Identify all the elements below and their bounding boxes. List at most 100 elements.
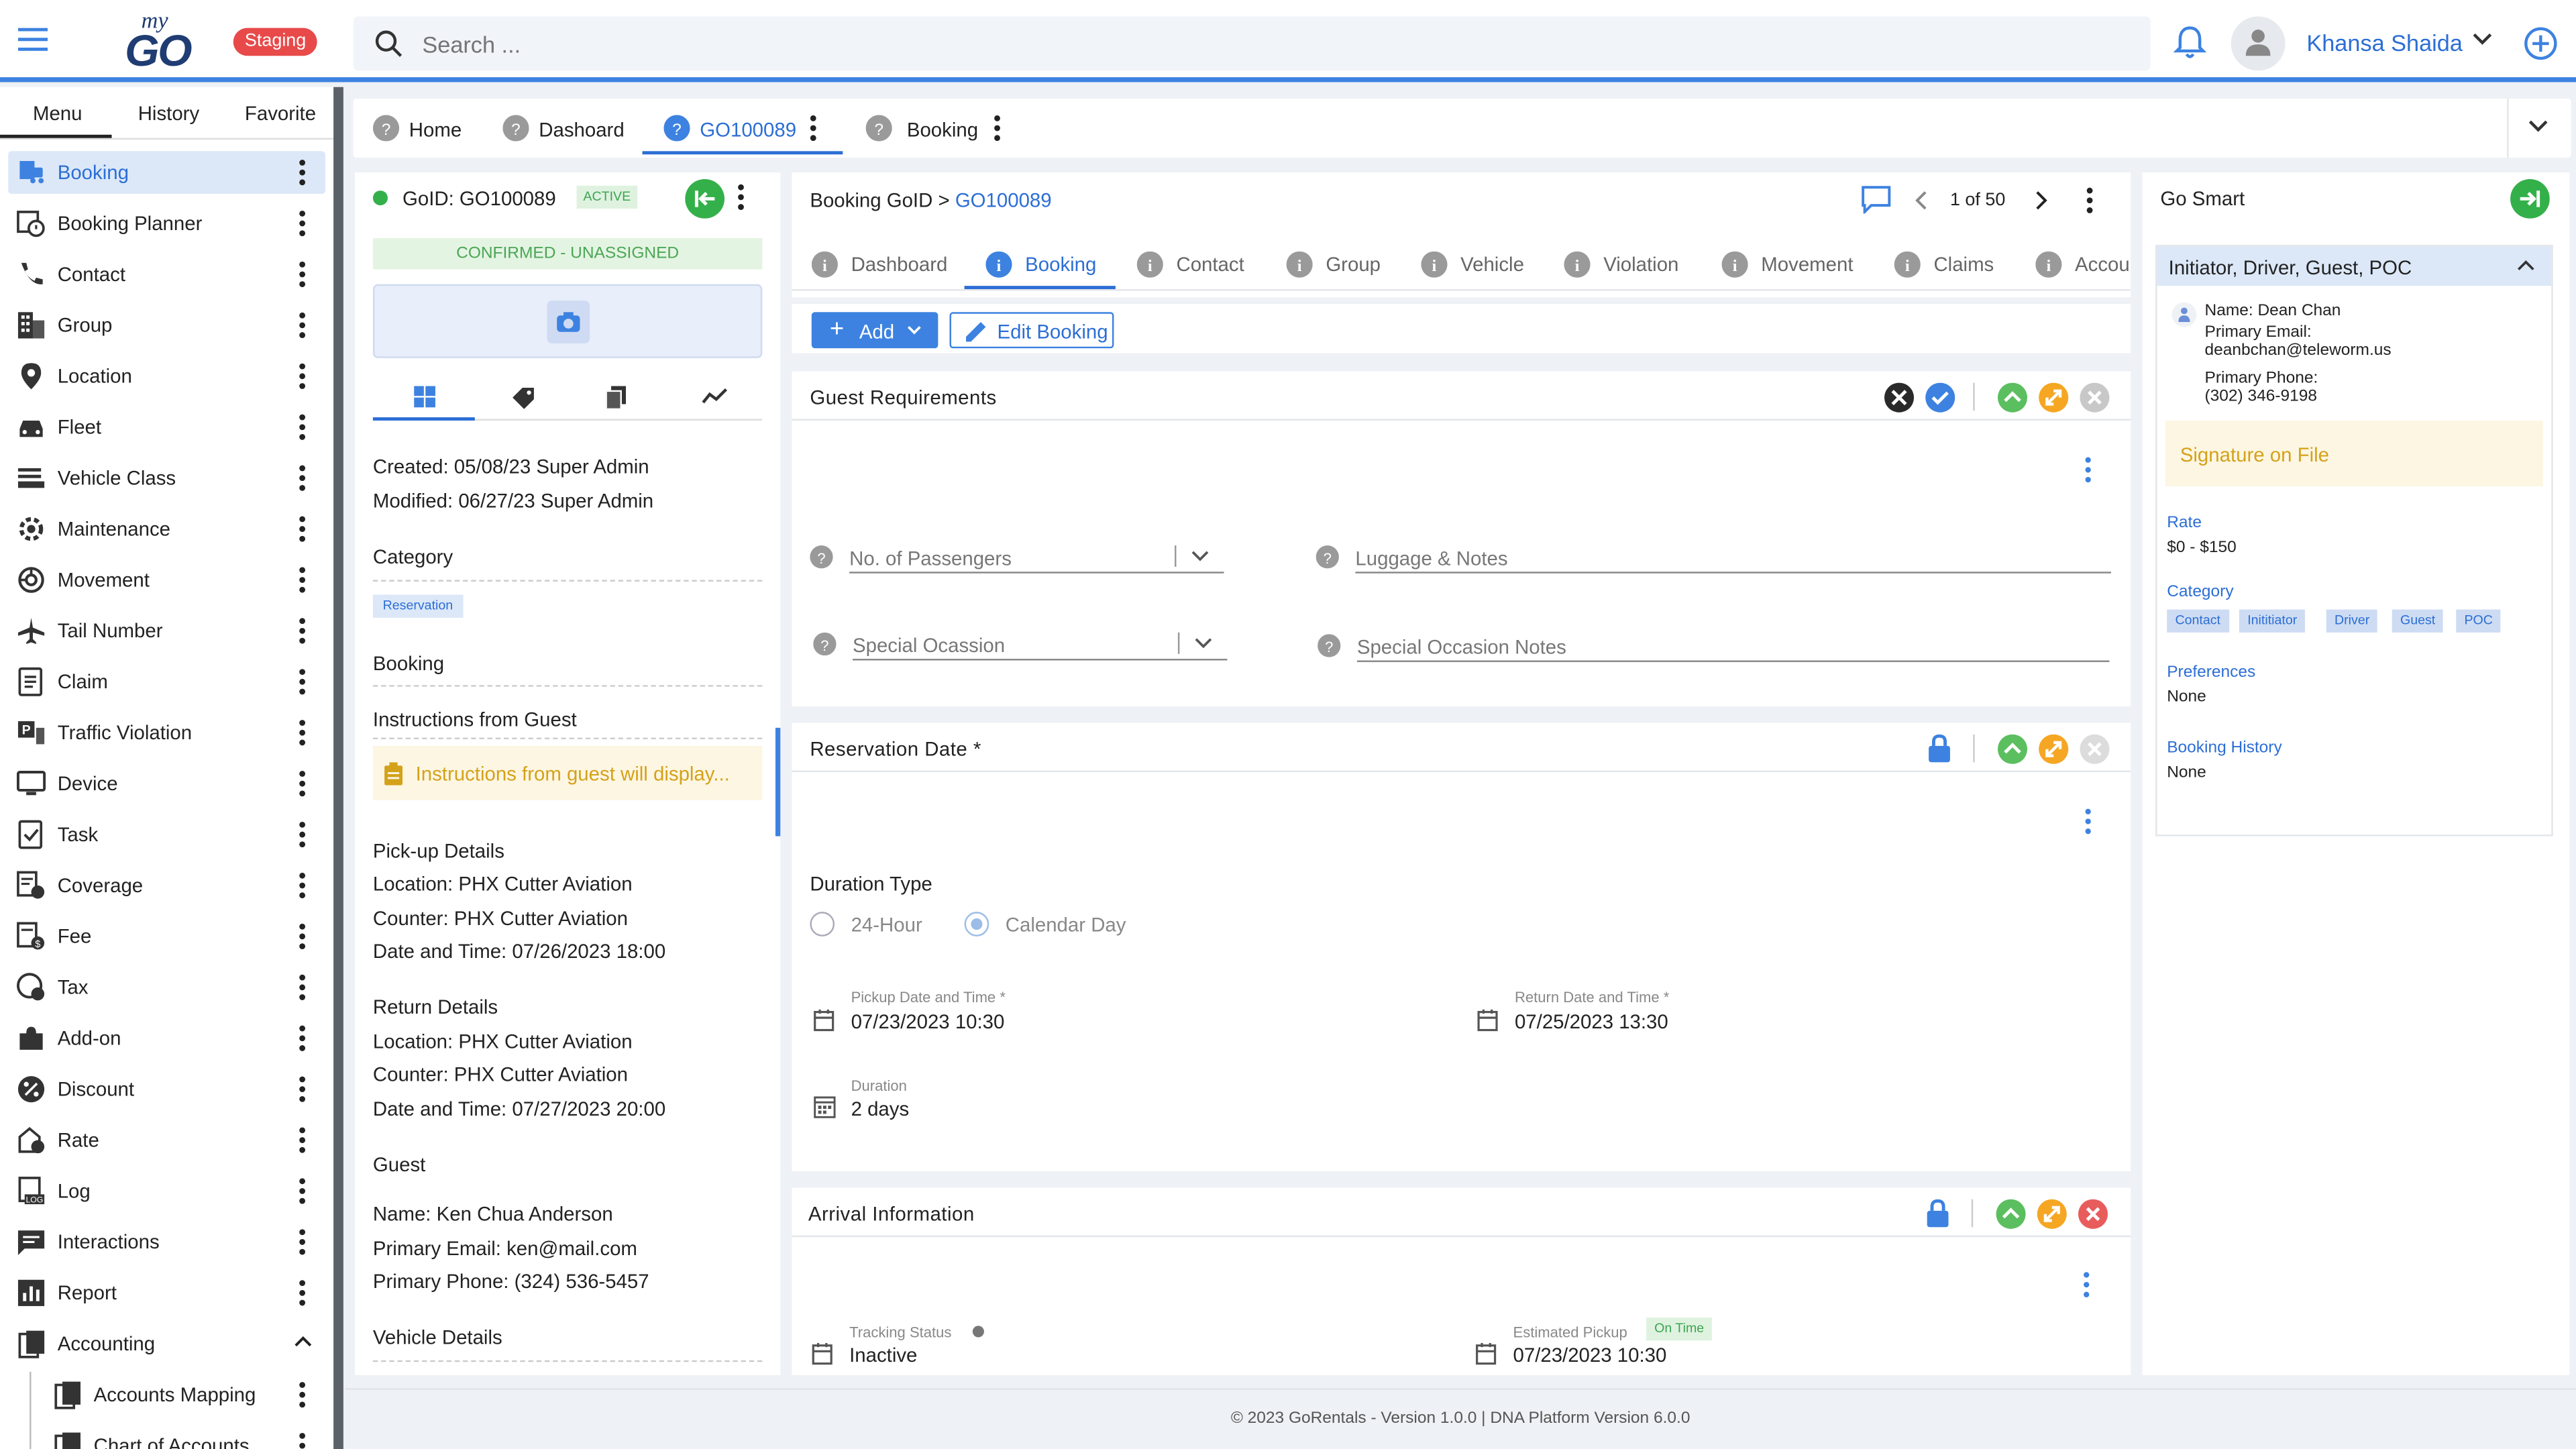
kebab-menu-icon[interactable] (297, 922, 307, 951)
chevron-left-icon[interactable] (1914, 191, 1927, 210)
kebab-menu-icon[interactable] (2083, 457, 2093, 483)
trend-icon[interactable] (702, 386, 728, 406)
calendar-icon[interactable] (813, 1009, 835, 1032)
hamburger-menu-icon[interactable] (17, 28, 48, 51)
lock-icon[interactable] (1925, 1199, 1950, 1228)
add-circle-icon[interactable] (2524, 26, 2558, 60)
kebab-menu-icon[interactable] (2082, 1272, 2092, 1298)
kebab-menu-icon[interactable] (297, 260, 307, 289)
kebab-menu-icon[interactable] (297, 158, 307, 187)
sidebar-item-accounting[interactable]: Accounting (8, 1322, 325, 1365)
sidebar-item-coverage[interactable]: Coverage (8, 864, 325, 907)
collapse-left-icon[interactable] (685, 178, 725, 219)
expand-icon[interactable] (2037, 733, 2070, 765)
kebab-menu-icon[interactable] (297, 1227, 307, 1256)
sidebar-item-traffic-violation[interactable]: P Traffic Violation (8, 711, 325, 754)
chevron-down-icon[interactable] (2473, 33, 2492, 46)
sidebar-item-device[interactable]: Device (8, 762, 325, 805)
kebab-menu-icon[interactable] (297, 820, 307, 849)
sidebar-item-log[interactable]: LOG Log (8, 1170, 325, 1213)
kebab-menu-icon[interactable] (297, 362, 307, 391)
mygo-logo[interactable]: my GO (125, 10, 223, 76)
sidebar-item-booking-planner[interactable]: Booking Planner (8, 202, 325, 245)
sidebar-item-discount[interactable]: Discount (8, 1068, 325, 1111)
kebab-menu-icon[interactable] (992, 115, 1002, 142)
sidebar-item-maintenance[interactable]: Maintenance (8, 508, 325, 551)
return-date-value[interactable]: 07/25/2023 13:30 (1515, 1010, 1668, 1033)
edit-booking-button[interactable]: Edit Booking (949, 312, 1114, 349)
sidebar-item-tax[interactable]: Tax (8, 966, 325, 1009)
tag-icon[interactable] (511, 386, 536, 409)
sidebar-item-contact[interactable]: Contact (8, 253, 325, 296)
kebab-menu-icon[interactable] (297, 871, 307, 900)
sidebar-item-group[interactable]: Group (8, 304, 325, 347)
kebab-menu-icon[interactable] (297, 1380, 307, 1409)
calendar-icon[interactable] (1477, 1009, 1499, 1032)
kebab-menu-icon[interactable] (2083, 808, 2093, 835)
sidebar-item-fleet[interactable]: Fleet (8, 406, 325, 449)
search-input[interactable] (422, 16, 1901, 71)
sidebar-item-tail-number[interactable]: Tail Number (8, 610, 325, 653)
sidebar-item-task[interactable]: Task (8, 813, 325, 856)
close-icon[interactable] (2078, 381, 2111, 414)
sidebar-tab-history[interactable]: History (138, 102, 199, 125)
kebab-menu-icon[interactable] (297, 1176, 307, 1205)
notification-bell-icon[interactable] (2174, 25, 2206, 59)
kebab-menu-icon[interactable] (297, 616, 307, 645)
close-icon[interactable] (2077, 1197, 2110, 1230)
kebab-menu-icon[interactable] (297, 1431, 307, 1449)
add-button[interactable]: + Add (811, 312, 938, 349)
user-name[interactable]: Khansa Shaida (2306, 30, 2463, 56)
sidebar-tab-menu[interactable]: Menu (33, 102, 83, 125)
panel-scroll-indicator[interactable] (775, 727, 781, 837)
kebab-menu-icon[interactable] (297, 464, 307, 493)
kebab-menu-icon[interactable] (297, 311, 307, 340)
lock-icon[interactable] (1927, 734, 1952, 763)
user-avatar[interactable] (2231, 16, 2286, 71)
kebab-menu-icon[interactable] (297, 769, 307, 798)
sidebar-item-booking[interactable]: Booking (8, 151, 325, 194)
expand-icon[interactable] (2037, 381, 2070, 414)
kebab-menu-icon[interactable] (297, 1278, 307, 1307)
sidebar-tab-favorite[interactable]: Favorite (245, 102, 316, 125)
kebab-menu-icon[interactable] (297, 413, 307, 442)
kebab-menu-icon[interactable] (297, 209, 307, 238)
sidebar-item-vehicle-class[interactable]: Vehicle Class (8, 457, 325, 500)
comment-icon[interactable] (1862, 186, 1891, 214)
sidebar-subitem-accounts-mapping[interactable]: Accounts Mapping (44, 1373, 325, 1416)
kebab-menu-icon[interactable] (808, 115, 818, 142)
kebab-menu-icon[interactable] (736, 182, 746, 212)
collapse-right-icon[interactable] (2510, 178, 2550, 219)
kebab-menu-icon[interactable] (297, 667, 307, 696)
collapse-up-icon[interactable] (1996, 733, 2029, 765)
kebab-menu-icon[interactable] (297, 1075, 307, 1104)
sidebar-item-report[interactable]: Report (8, 1272, 325, 1315)
contact-card-header[interactable]: Initiator, Driver, Guest, POC (2157, 246, 2552, 286)
photo-upload-area[interactable] (372, 284, 763, 358)
radio-24-hour[interactable] (810, 912, 835, 936)
close-icon[interactable] (2078, 733, 2111, 765)
collapse-up-icon[interactable] (1994, 1197, 2027, 1230)
kebab-menu-icon[interactable] (297, 718, 307, 747)
calendar-icon[interactable] (1475, 1342, 1497, 1365)
confirm-check-icon[interactable] (1924, 381, 1957, 414)
kebab-menu-icon[interactable] (297, 973, 307, 1002)
chevron-right-icon[interactable] (2035, 191, 2049, 210)
kebab-menu-icon[interactable] (297, 515, 307, 544)
sidebar-item-movement[interactable]: Movement (8, 559, 325, 602)
documents-icon[interactable] (606, 386, 627, 409)
sidebar-subitem-chart-of-accounts[interactable]: Chart of Accounts (44, 1424, 325, 1449)
global-search[interactable] (353, 16, 2151, 71)
sidebar-item-interactions[interactable]: Interactions (8, 1221, 325, 1264)
sidebar-item-add-on[interactable]: Add-on (8, 1017, 325, 1060)
breadcrumb-link[interactable]: GO100089 (955, 189, 1052, 212)
kebab-menu-icon[interactable] (297, 1024, 307, 1053)
cancel-circle-icon[interactable] (1883, 381, 1916, 414)
pickup-date-value[interactable]: 07/23/2023 10:30 (851, 1010, 1005, 1033)
kebab-menu-icon[interactable] (297, 1126, 307, 1155)
sidebar-item-location[interactable]: Location (8, 355, 325, 398)
sidebar-scrollbar[interactable] (333, 87, 343, 1449)
sidebar-scrollbar-thumb[interactable] (333, 87, 343, 1449)
tabbar-collapse-button[interactable] (2507, 98, 2571, 158)
expand-icon[interactable] (2035, 1197, 2068, 1230)
